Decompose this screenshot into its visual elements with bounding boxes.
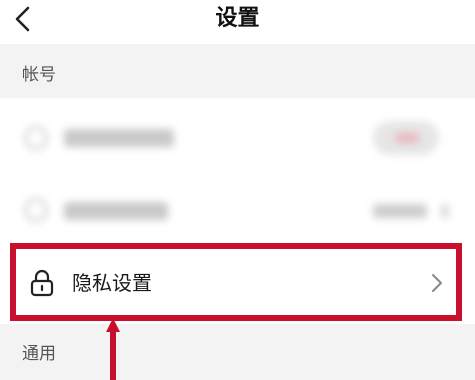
blurred-row-2[interactable] [0,180,475,240]
privacy-settings-label: 隐私设置 [72,271,152,295]
blurred-row-chevron [441,204,449,218]
blurred-row-pill-text [395,133,419,143]
privacy-settings-item[interactable]: 隐私设置 [10,243,462,321]
section-header-general-label: 通用 [22,344,56,364]
blurred-row-icon [24,198,48,222]
chevron-right-icon [432,274,442,292]
section-header-general: 通用 [0,324,475,380]
blurred-row-text [64,202,168,220]
blurred-row-text [64,129,174,147]
section-header-account-label: 帐号 [22,65,56,85]
blurred-row-icon [24,126,48,150]
blurred-row-value [373,204,427,218]
page-title: 设置 [215,6,260,31]
annotation-arrow [106,318,120,380]
top-bar: 设置 [0,0,475,44]
blurred-row-1[interactable] [0,108,475,168]
section-header-account: 帐号 [0,44,475,98]
lock-icon [30,269,54,297]
